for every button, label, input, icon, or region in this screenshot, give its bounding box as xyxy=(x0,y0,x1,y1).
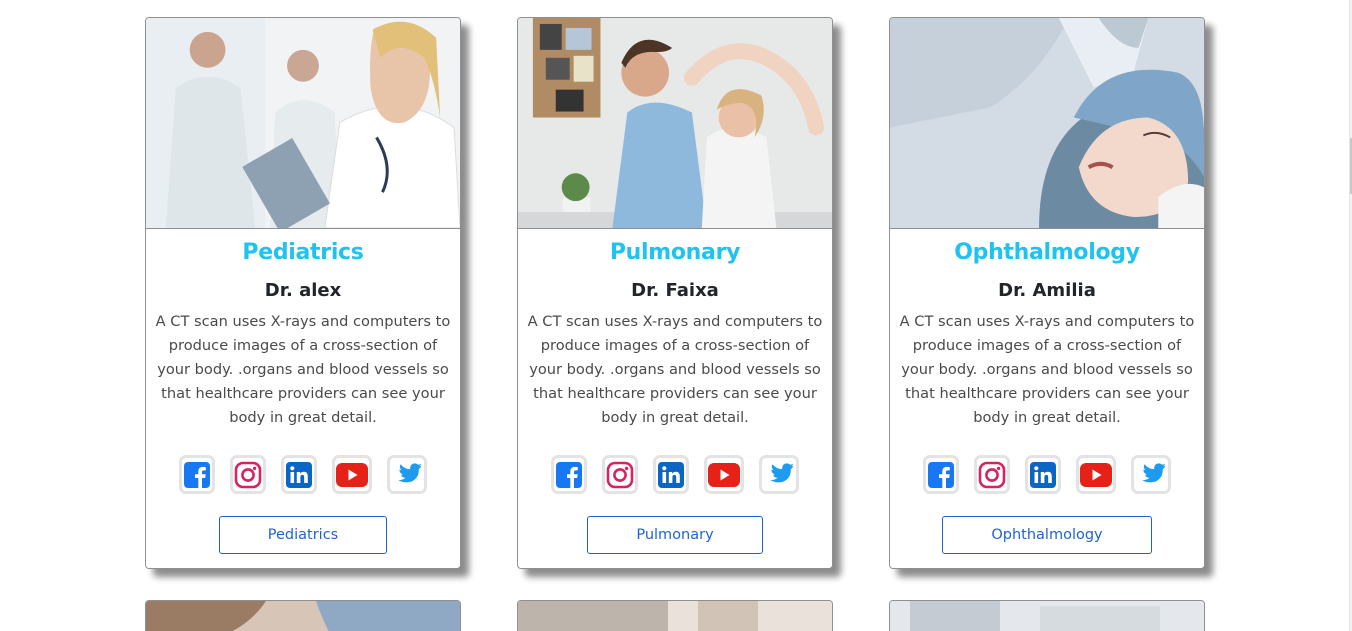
department-title: Ophthalmology xyxy=(954,240,1140,265)
twitter-icon[interactable] xyxy=(1131,455,1171,494)
department-title: Pediatrics xyxy=(242,240,364,265)
description-text: A CT scan uses X-rays and computers to p… xyxy=(155,313,451,426)
card-photo-doctors xyxy=(146,18,460,229)
card-photo-eye-exam xyxy=(890,18,1204,229)
doctor-name: Dr. Faixa xyxy=(631,280,719,301)
doctor-card-pediatrics: Pediatrics Dr. alex A CT scan uses X-ray… xyxy=(145,17,461,569)
linkedin-icon[interactable] xyxy=(281,455,317,494)
instagram-icon[interactable] xyxy=(974,455,1010,494)
twitter-icon[interactable] xyxy=(387,455,427,494)
department-title: Pulmonary xyxy=(609,240,741,265)
facebook-icon[interactable] xyxy=(179,455,215,494)
social-links xyxy=(152,455,454,495)
doctor-card-next-row xyxy=(145,600,461,631)
instagram-icon[interactable] xyxy=(602,455,638,494)
youtube-icon[interactable] xyxy=(1076,455,1116,494)
doctor-card-ophthalmology: Ophthalmology Dr. Amilia A CT scan uses … xyxy=(889,17,1205,569)
card-photo-partial xyxy=(518,601,832,631)
description-text: A CT scan uses X-rays and computers to p… xyxy=(527,313,823,426)
linkedin-icon[interactable] xyxy=(1025,455,1061,494)
social-links xyxy=(896,455,1198,495)
card-photo-partial xyxy=(146,601,460,631)
youtube-icon[interactable] xyxy=(332,455,372,494)
ophthalmology-button[interactable]: Ophthalmology xyxy=(942,516,1152,554)
twitter-icon[interactable] xyxy=(759,455,799,494)
pulmonary-button[interactable]: Pulmonary xyxy=(587,516,763,554)
doctor-card-next-row xyxy=(889,600,1205,631)
linkedin-icon[interactable] xyxy=(653,455,689,494)
pediatrics-button[interactable]: Pediatrics xyxy=(218,516,388,554)
description-text: A CT scan uses X-rays and computers to p… xyxy=(899,313,1195,426)
doctor-card-next-row xyxy=(517,600,833,631)
instagram-icon[interactable] xyxy=(230,455,266,494)
doctor-card-pulmonary: Pulmonary Dr. Faixa A CT scan uses X-ray… xyxy=(517,17,833,569)
card-photo-partial xyxy=(890,601,1204,631)
doctor-name: Dr. alex xyxy=(264,280,342,301)
facebook-icon[interactable] xyxy=(923,455,959,494)
doctor-name: Dr. Amilia xyxy=(998,280,1096,301)
youtube-icon[interactable] xyxy=(704,455,744,494)
card-photo-therapist xyxy=(518,18,832,229)
facebook-icon[interactable] xyxy=(551,455,587,494)
social-links xyxy=(524,455,826,495)
